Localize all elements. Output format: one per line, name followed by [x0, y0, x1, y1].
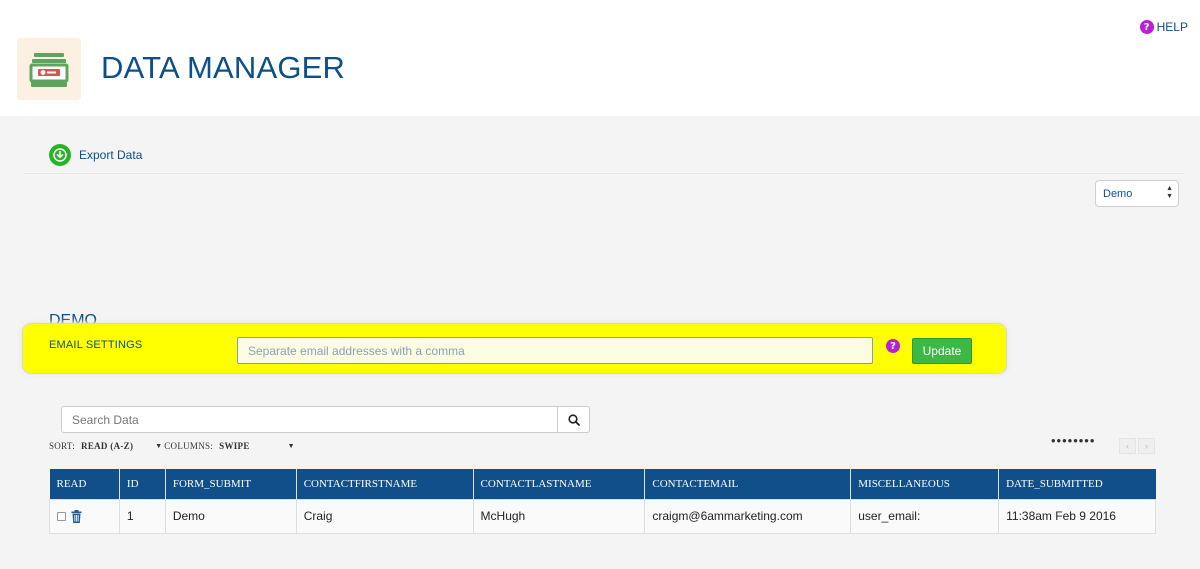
column-header-contactlastname[interactable]: CONTACTLASTNAME: [473, 469, 646, 499]
export-data-label: Export Data: [79, 148, 143, 162]
select-arrows-icon: ▲ ▼: [1166, 185, 1173, 200]
miscellaneous-cell: user_email:: [850, 498, 1000, 534]
email-settings-label: EMAIL SETTINGS: [49, 339, 143, 351]
contactfirstname-cell: Craig: [295, 498, 474, 534]
read-checkbox[interactable]: [57, 512, 66, 522]
export-data-button[interactable]: Export Data: [49, 144, 142, 166]
app-header: DATA MANAGER ? HELP: [0, 0, 1200, 116]
search-bar: [61, 406, 590, 433]
pager-next-button[interactable]: ›: [1138, 438, 1155, 454]
form-submit-cell: Demo: [164, 498, 297, 534]
email-addresses-input[interactable]: [237, 337, 873, 364]
column-header-contactfirstname[interactable]: CONTACTFIRSTNAME: [296, 469, 474, 499]
table-header-row: READ ID FORM_SUBMIT CONTACTFIRSTNAME CON…: [49, 469, 1156, 499]
column-header-miscellaneous[interactable]: MISCELLANEOUS: [850, 469, 1000, 499]
sort-bar: SORT: READ (A-Z) ▼ COLUMNS: SWIPE ▼: [49, 441, 297, 451]
column-header-contactemail[interactable]: CONTACTEMAIL: [644, 469, 852, 499]
help-label: HELP: [1156, 20, 1188, 34]
columns-label: COLUMNS:: [164, 441, 214, 451]
app-logo: [17, 38, 81, 100]
email-settings-panel: EMAIL SETTINGS ? Update: [23, 324, 1006, 373]
page-title: DATA MANAGER: [101, 50, 346, 85]
column-pager: ‹ ›: [1119, 438, 1155, 454]
columns-select[interactable]: SWIPE: [219, 441, 250, 451]
email-help-icon[interactable]: ?: [886, 339, 900, 353]
search-input[interactable]: [61, 406, 558, 433]
download-icon: [49, 144, 71, 166]
read-cell: [49, 498, 120, 534]
sort-dropdown-icon[interactable]: ▼: [155, 442, 162, 450]
contactemail-cell: craigm@6ammarketing.com: [644, 498, 852, 534]
database-select-value: Demo: [1103, 187, 1133, 200]
help-link[interactable]: ? HELP: [1139, 20, 1188, 34]
contactlastname-cell: McHugh: [472, 498, 646, 534]
search-button[interactable]: [558, 406, 590, 433]
trash-icon[interactable]: [71, 510, 82, 524]
data-table: READ ID FORM_SUBMIT CONTACTFIRSTNAME CON…: [49, 469, 1156, 534]
pager-prev-button[interactable]: ‹: [1119, 438, 1136, 454]
column-header-date-submitted[interactable]: DATE_SUBMITTED: [998, 469, 1156, 499]
table-row: 1 Demo Craig McHugh craigm@6ammarketing.…: [49, 498, 1156, 534]
sort-label: SORT:: [49, 441, 76, 451]
id-cell: 1: [118, 498, 166, 534]
help-icon: ?: [1139, 20, 1154, 34]
columns-dropdown-icon[interactable]: ▼: [288, 442, 295, 450]
update-button[interactable]: Update: [912, 338, 972, 364]
sort-select[interactable]: READ (A-Z): [81, 441, 133, 451]
column-header-read[interactable]: READ: [49, 469, 120, 499]
toolbar-divider: [24, 173, 1184, 174]
column-pager-dots[interactable]: ••••••••: [1051, 433, 1095, 448]
column-header-id[interactable]: ID: [119, 469, 166, 499]
date-submitted-cell: 11:38am Feb 9 2016: [998, 498, 1156, 534]
database-select[interactable]: Demo ▲ ▼: [1095, 180, 1179, 207]
column-header-form-submit[interactable]: FORM_SUBMIT: [165, 469, 297, 499]
database-drawer-icon: [29, 53, 69, 87]
search-icon: [567, 413, 580, 426]
